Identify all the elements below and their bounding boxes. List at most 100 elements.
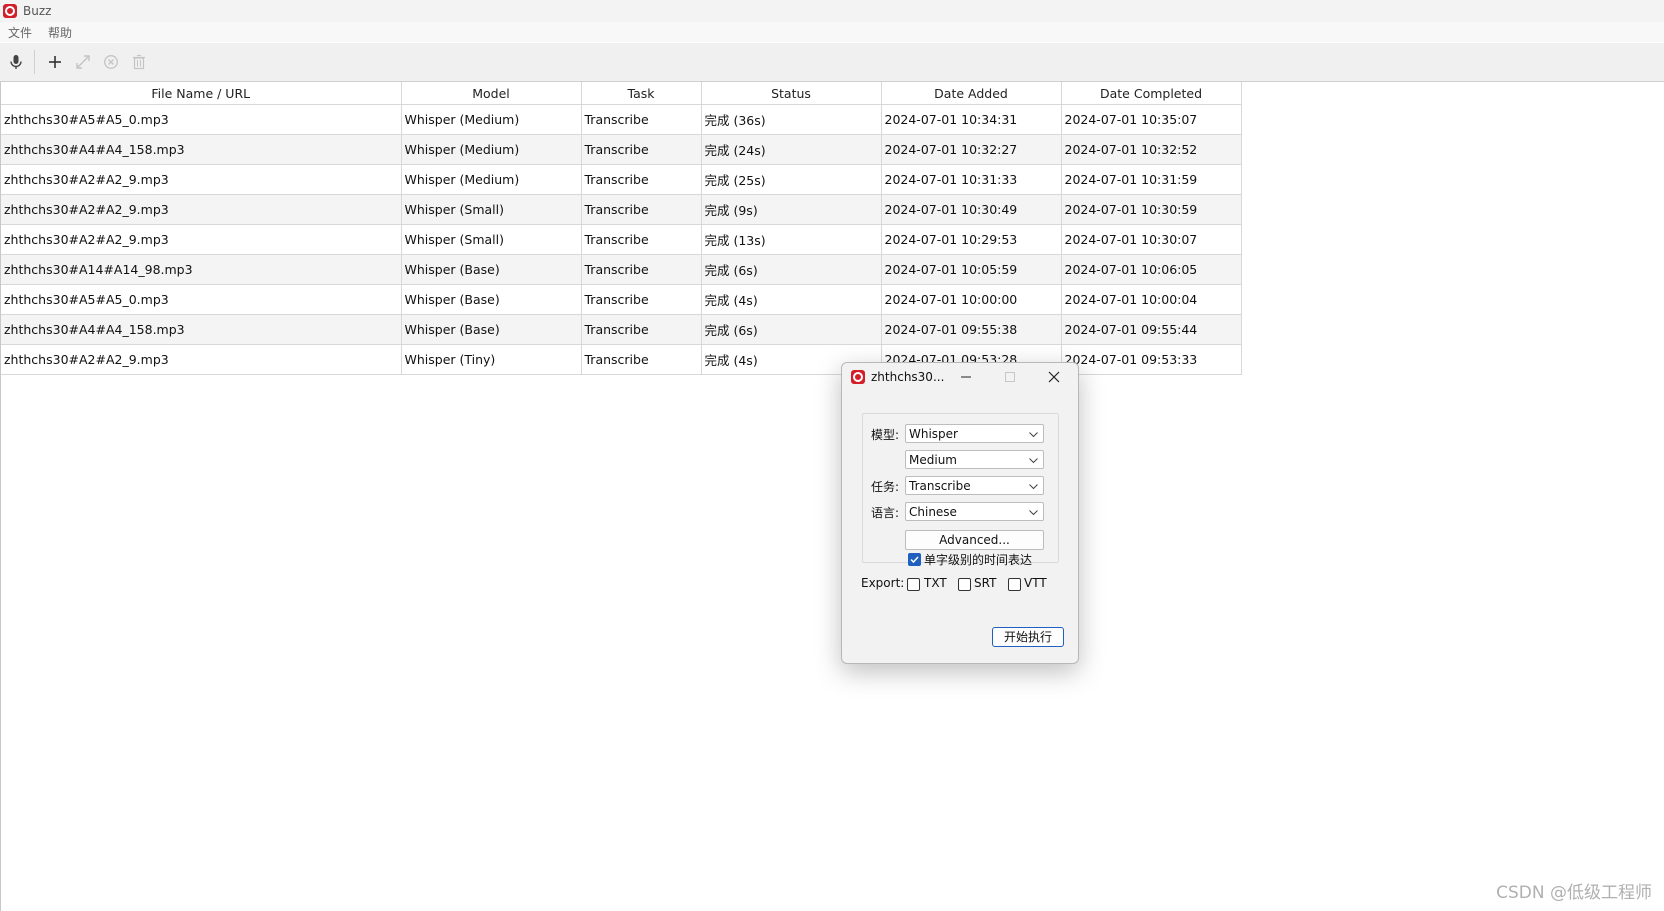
cell-date-added: 2024-07-01 10:34:31 bbox=[881, 104, 1062, 135]
cell-status: 完成 (13s) bbox=[701, 224, 882, 255]
run-button[interactable]: 开始执行 bbox=[992, 627, 1064, 647]
minimize-icon bbox=[961, 376, 971, 378]
model-select[interactable]: Whisper bbox=[905, 424, 1044, 443]
table-row[interactable]: zhthchs30#A4#A4_158.mp3 Whisper (Base) T… bbox=[1, 314, 1242, 345]
cell-date-added: 2024-07-01 10:00:00 bbox=[881, 284, 1062, 315]
task-label: 任务: bbox=[871, 480, 900, 494]
plus-icon bbox=[49, 56, 61, 68]
cell-status: 完成 (4s) bbox=[701, 284, 882, 315]
cell-task: Transcribe bbox=[581, 344, 702, 375]
menu-bar: 文件 帮助 bbox=[0, 22, 1664, 42]
export-vtt-label: VTT bbox=[1024, 576, 1047, 590]
cell-file-name: zhthchs30#A5#A5_0.mp3 bbox=[1, 104, 402, 135]
table-header: File Name / URL Model Task Status Date A… bbox=[1, 82, 1242, 105]
column-header-date-completed[interactable]: Date Completed bbox=[1061, 82, 1242, 105]
cell-status: 完成 (25s) bbox=[701, 164, 882, 195]
window-titlebar: Buzz bbox=[0, 0, 1664, 22]
cell-file-name: zhthchs30#A2#A2_9.mp3 bbox=[1, 224, 402, 255]
close-icon bbox=[1048, 371, 1060, 383]
cell-task: Transcribe bbox=[581, 314, 702, 345]
column-header-task[interactable]: Task bbox=[581, 82, 702, 105]
cell-model: Whisper (Medium) bbox=[401, 164, 582, 195]
minimize-button[interactable] bbox=[958, 369, 974, 385]
table-row[interactable]: zhthchs30#A4#A4_158.mp3 Whisper (Medium)… bbox=[1, 134, 1242, 165]
task-select-value: Transcribe bbox=[909, 479, 971, 493]
watermark: CSDN @低级工程师 bbox=[1496, 883, 1652, 903]
column-header-date-added[interactable]: Date Added bbox=[881, 82, 1062, 105]
cell-model: Whisper (Tiny) bbox=[401, 344, 582, 375]
cell-date-completed: 2024-07-01 10:35:07 bbox=[1061, 104, 1242, 135]
cell-file-name: zhthchs30#A2#A2_9.mp3 bbox=[1, 194, 402, 225]
cell-model: Whisper (Base) bbox=[401, 254, 582, 285]
dialog-titlebar[interactable]: zhthchs30... bbox=[842, 363, 1078, 391]
transcription-options-dialog: zhthchs30... 模型: Whisper Medium 任务: Tran… bbox=[841, 362, 1079, 664]
export-txt-label: TXT bbox=[924, 576, 947, 590]
model-size-select[interactable]: Medium bbox=[905, 450, 1044, 469]
cell-date-added: 2024-07-01 10:32:27 bbox=[881, 134, 1062, 165]
cell-file-name: zhthchs30#A5#A5_0.mp3 bbox=[1, 284, 402, 315]
cell-task: Transcribe bbox=[581, 254, 702, 285]
chevron-down-icon bbox=[1029, 503, 1039, 522]
cell-task: Transcribe bbox=[581, 284, 702, 315]
table-row[interactable]: zhthchs30#A2#A2_9.mp3 Whisper (Small) Tr… bbox=[1, 224, 1242, 255]
cancel-transcription-button[interactable] bbox=[99, 49, 123, 75]
cell-model: Whisper (Small) bbox=[401, 194, 582, 225]
model-size-select-value: Medium bbox=[909, 453, 957, 467]
cell-task: Transcribe bbox=[581, 134, 702, 165]
open-transcript-button[interactable] bbox=[71, 49, 95, 75]
cell-date-added: 2024-07-01 09:55:38 bbox=[881, 314, 1062, 345]
cell-model: Whisper (Medium) bbox=[401, 134, 582, 165]
transcriptions-table[interactable]: File Name / URL Model Task Status Date A… bbox=[0, 82, 1664, 911]
cell-date-completed: 2024-07-01 10:30:59 bbox=[1061, 194, 1242, 225]
cell-date-completed: 2024-07-01 10:00:04 bbox=[1061, 284, 1242, 315]
task-select[interactable]: Transcribe bbox=[905, 476, 1044, 495]
column-header-file-name[interactable]: File Name / URL bbox=[1, 82, 402, 105]
word-timestamps-label: 单字级别的时间表达 bbox=[924, 553, 1033, 567]
cell-status: 完成 (6s) bbox=[701, 254, 882, 285]
column-header-model[interactable]: Model bbox=[401, 82, 582, 105]
delete-button[interactable] bbox=[127, 49, 151, 75]
export-txt-checkbox[interactable] bbox=[907, 578, 920, 591]
close-button[interactable] bbox=[1046, 369, 1062, 385]
cell-file-name: zhthchs30#A4#A4_158.mp3 bbox=[1, 134, 402, 165]
cell-date-completed: 2024-07-01 09:55:44 bbox=[1061, 314, 1242, 345]
word-timestamps-checkbox[interactable] bbox=[908, 553, 921, 566]
cell-date-completed: 2024-07-01 09:53:33 bbox=[1061, 344, 1242, 375]
export-vtt-checkbox[interactable] bbox=[1008, 578, 1021, 591]
cell-date-added: 2024-07-01 10:29:53 bbox=[881, 224, 1062, 255]
record-button[interactable] bbox=[4, 49, 28, 75]
cell-date-completed: 2024-07-01 10:30:07 bbox=[1061, 224, 1242, 255]
trash-icon bbox=[133, 54, 145, 70]
cell-date-completed: 2024-07-01 10:31:59 bbox=[1061, 164, 1242, 195]
cell-date-completed: 2024-07-01 10:32:52 bbox=[1061, 134, 1242, 165]
table-row[interactable]: zhthchs30#A5#A5_0.mp3 Whisper (Base) Tra… bbox=[1, 284, 1242, 315]
table-row[interactable]: zhthchs30#A2#A2_9.mp3 Whisper (Medium) T… bbox=[1, 164, 1242, 195]
advanced-button[interactable]: Advanced... bbox=[905, 530, 1044, 550]
cell-task: Transcribe bbox=[581, 104, 702, 135]
cell-model: Whisper (Medium) bbox=[401, 104, 582, 135]
menu-help[interactable]: 帮助 bbox=[40, 24, 80, 41]
cell-model: Whisper (Small) bbox=[401, 224, 582, 255]
table-row[interactable]: zhthchs30#A5#A5_0.mp3 Whisper (Medium) T… bbox=[1, 104, 1242, 135]
language-label: 语言: bbox=[871, 506, 900, 520]
column-header-status[interactable]: Status bbox=[701, 82, 882, 105]
cell-file-name: zhthchs30#A2#A2_9.mp3 bbox=[1, 164, 402, 195]
cell-model: Whisper (Base) bbox=[401, 284, 582, 315]
add-file-button[interactable] bbox=[43, 49, 67, 75]
table-row[interactable]: zhthchs30#A14#A14_98.mp3 Whisper (Base) … bbox=[1, 254, 1242, 285]
language-select[interactable]: Chinese bbox=[905, 502, 1044, 521]
model-label: 模型: bbox=[871, 428, 900, 442]
buzz-logo-icon bbox=[3, 4, 17, 18]
maximize-icon bbox=[1005, 372, 1015, 382]
export-srt-label: SRT bbox=[974, 576, 997, 590]
maximize-button[interactable] bbox=[1002, 369, 1018, 385]
menu-file[interactable]: 文件 bbox=[0, 24, 40, 41]
table-row[interactable]: zhthchs30#A2#A2_9.mp3 Whisper (Small) Tr… bbox=[1, 194, 1242, 225]
checkmark-icon bbox=[910, 556, 919, 564]
cell-model: Whisper (Base) bbox=[401, 314, 582, 345]
cell-date-added: 2024-07-01 10:05:59 bbox=[881, 254, 1062, 285]
cell-date-added: 2024-07-01 10:31:33 bbox=[881, 164, 1062, 195]
cell-status: 完成 (36s) bbox=[701, 104, 882, 135]
export-srt-checkbox[interactable] bbox=[958, 578, 971, 591]
cell-status: 完成 (6s) bbox=[701, 314, 882, 345]
